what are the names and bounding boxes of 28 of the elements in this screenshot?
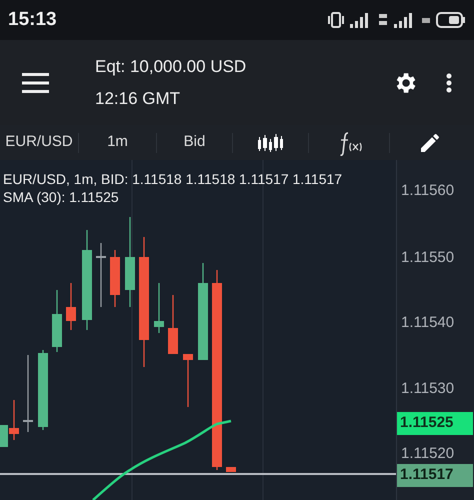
price-label: 1.11560 xyxy=(401,181,454,201)
candlestick-chart-icon[interactable] xyxy=(256,132,284,152)
price-label: 1.11520 xyxy=(401,444,454,464)
equity-label: Eqt: 10,000.00 USD xyxy=(95,56,246,78)
candle xyxy=(66,283,76,330)
candle xyxy=(96,243,106,307)
candle xyxy=(183,354,193,407)
candle xyxy=(110,250,120,307)
battery-icon xyxy=(436,12,466,28)
clock: 15:13 xyxy=(8,8,57,32)
candle xyxy=(168,295,178,354)
menu-icon[interactable] xyxy=(22,72,49,92)
legend-text: EUR/USD, 1m, BID: 1.11518 1.11518 1.11517 1.11517 xyxy=(3,170,342,188)
legend-text: SMA (30): 1.11525 xyxy=(3,188,120,206)
price-label: 1.11540 xyxy=(401,313,454,333)
price-label: 1.11530 xyxy=(401,379,454,399)
vibrate-icon xyxy=(328,11,344,29)
symbol-selector[interactable]: EUR/USD xyxy=(0,131,78,154)
candle xyxy=(154,283,164,333)
price-label: 1.11550 xyxy=(401,248,454,268)
last-price-tag: 1.11517 xyxy=(397,464,473,486)
timeframe-selector[interactable]: 1m xyxy=(79,131,156,154)
candle xyxy=(226,467,236,472)
sma-price-tag: 1.11525 xyxy=(397,412,473,434)
price-type-selector[interactable]: Bid xyxy=(157,131,232,154)
candle xyxy=(52,290,62,352)
more-options-icon[interactable] xyxy=(446,72,452,92)
server-time: 12:16 GMT xyxy=(95,88,182,110)
